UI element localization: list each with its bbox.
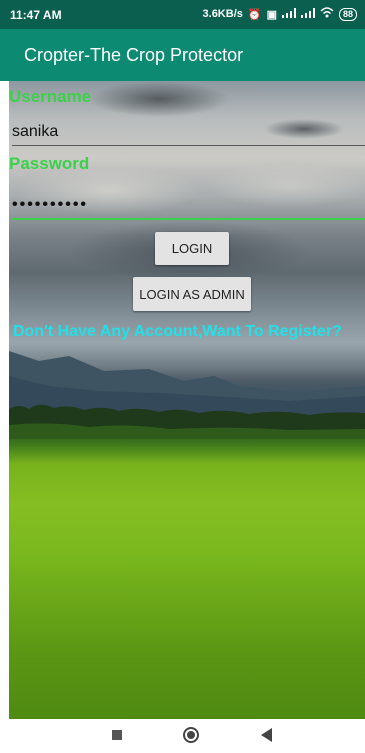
password-input[interactable] — [12, 192, 365, 220]
login-as-admin-button[interactable]: LOGIN AS ADMIN — [133, 277, 251, 311]
app-title: Cropter-The Crop Protector — [24, 45, 244, 65]
battery-icon: 88 — [338, 7, 357, 21]
status-bar: 11:47 AM 3.6KB/s ⏰ ▣ 88 — [0, 0, 365, 29]
signal-icon — [300, 7, 315, 21]
home-icon[interactable] — [183, 727, 199, 743]
signal-icon — [281, 7, 296, 21]
login-button[interactable]: LOGIN — [155, 232, 229, 265]
status-icons: 3.6KB/s ⏰ ▣ 88 — [203, 7, 357, 21]
login-screen: Username Password LOGIN LOGIN AS ADMIN D… — [9, 81, 365, 719]
username-label: Username — [9, 87, 92, 106]
alarm-icon: ⏰ — [247, 8, 262, 21]
app-bar: Cropter-The Crop Protector — [0, 29, 365, 81]
password-label: Password — [9, 154, 90, 173]
network-speed: 3.6KB/s — [202, 8, 243, 20]
wifi-icon — [320, 7, 334, 21]
recent-apps-icon[interactable] — [112, 730, 122, 740]
status-time: 11:47 AM — [10, 8, 62, 22]
sim-icon: ▣ — [266, 8, 277, 21]
register-link[interactable]: Don't Have Any Account,Want To Register? — [13, 323, 342, 341]
username-input[interactable] — [12, 119, 365, 146]
background-trees — [9, 404, 365, 439]
back-icon[interactable] — [261, 728, 272, 742]
navigation-bar — [0, 719, 365, 753]
